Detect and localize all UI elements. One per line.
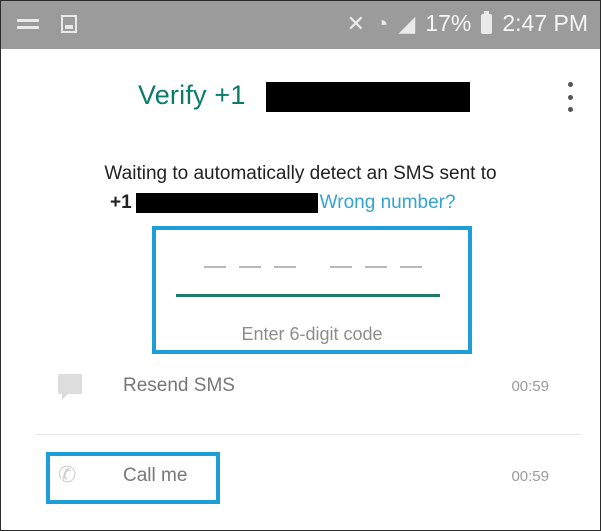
battery-icon bbox=[481, 10, 493, 34]
phone-icon: ✆ bbox=[58, 462, 77, 487]
signal-icon: ◢ bbox=[398, 10, 416, 36]
resend-sms-label[interactable]: Resend SMS bbox=[123, 375, 235, 397]
instruction-text: Waiting to automatically detect an SMS s… bbox=[104, 163, 497, 184]
wifi-icon: ◔ bbox=[375, 10, 389, 36]
gallery-icon bbox=[61, 15, 77, 33]
redacted-phone-number bbox=[266, 82, 470, 112]
wrong-number-link[interactable]: Wrong number? bbox=[320, 192, 456, 214]
code-input-hint: Enter 6-digit code bbox=[241, 324, 383, 344]
call-me-label[interactable]: Call me bbox=[123, 465, 187, 487]
redacted-number bbox=[135, 193, 318, 213]
code-input-area[interactable]: Enter 6-digit code bbox=[152, 226, 472, 354]
clock: 2:47 PM bbox=[502, 10, 588, 36]
resend-sms-row[interactable]: Resend SMS 00:59 bbox=[0, 362, 601, 412]
mute-icon: ✕ bbox=[346, 10, 366, 36]
call-me-timer: 00:59 bbox=[511, 468, 549, 485]
resend-sms-timer: 00:59 bbox=[511, 378, 549, 395]
divider bbox=[36, 434, 581, 435]
menu-icon bbox=[17, 19, 39, 29]
code-input-underline bbox=[176, 294, 440, 297]
more-vert-icon[interactable] bbox=[566, 82, 574, 112]
instruction-number-line: +1 Wrong number? bbox=[110, 192, 456, 214]
call-me-row[interactable]: ✆ Call me 00:59 bbox=[0, 452, 601, 502]
code-input-placeholder[interactable] bbox=[204, 266, 422, 268]
status-bar: ✕ ◔ ◢ 17% 2:47 PM bbox=[1, 1, 600, 49]
battery-percent: 17% bbox=[425, 10, 472, 36]
page-title: Verify +1 bbox=[138, 80, 246, 110]
message-icon bbox=[58, 374, 82, 400]
country-code: +1 bbox=[110, 192, 132, 213]
